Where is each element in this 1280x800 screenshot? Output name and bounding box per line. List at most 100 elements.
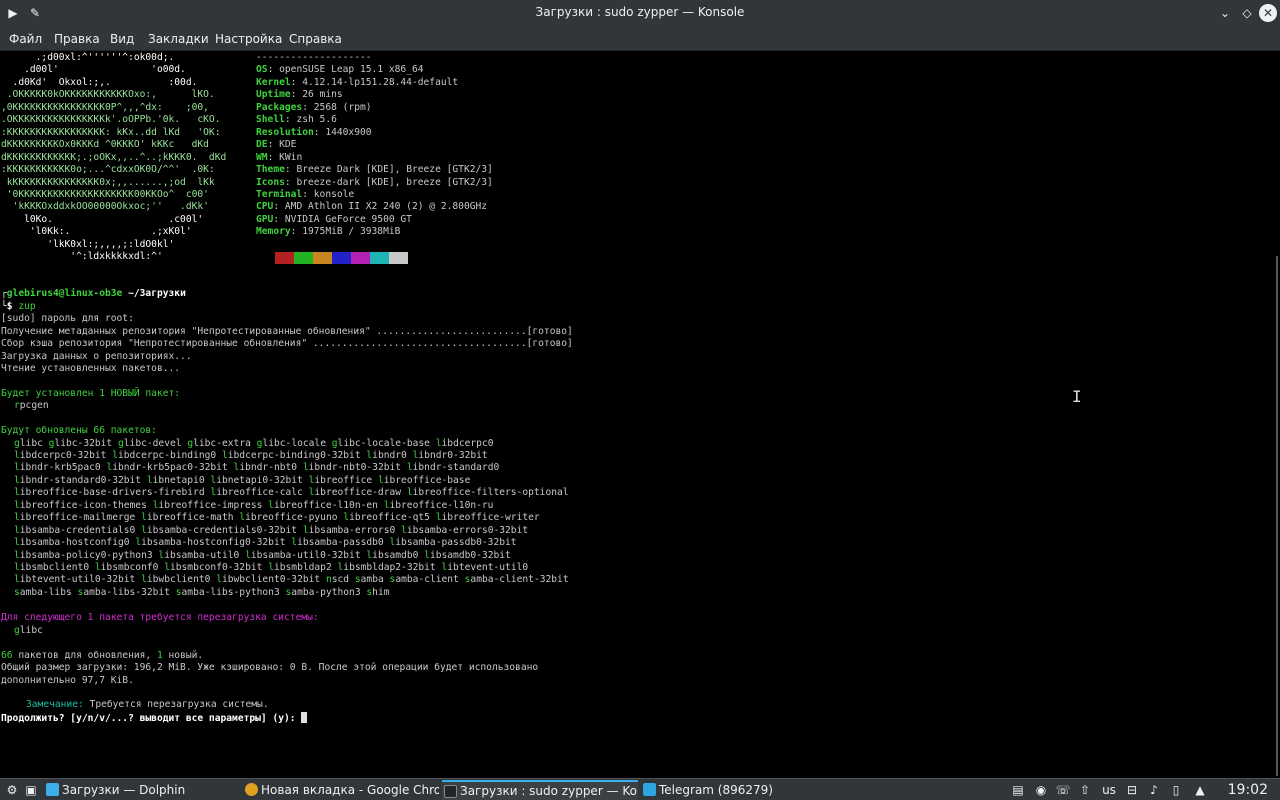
- menu-help[interactable]: Справка: [289, 32, 342, 46]
- viber-icon[interactable]: ☏: [1054, 781, 1072, 799]
- continue-prompt[interactable]: Продолжить? [y/n/v/...? выводит все пара…: [1, 711, 308, 724]
- terminal-scrollbar[interactable]: [1268, 51, 1280, 776]
- task-konsole[interactable]: Загрузки : sudo zypper — Konsole: [442, 780, 638, 800]
- sysinfo-row: Packages: 2568 (rpm): [256, 101, 372, 113]
- update-package-line: libdcerpc0-32bit libdcerpc-binding0 libd…: [14, 449, 488, 461]
- updates-icon[interactable]: ⇧: [1076, 781, 1094, 799]
- meta-line: Получение метаданных репозитория "Непрот…: [1, 325, 573, 337]
- clipboard-icon[interactable]: ▤: [1010, 781, 1026, 799]
- logo-line: 'l0Kk:. .;xK0l': [1, 226, 192, 238]
- keyboard-layout[interactable]: us: [1098, 781, 1120, 799]
- logo-line: .OKKKKKKKKKKKKKKKKk'.oOPPb.'0k. cKO.: [1, 114, 221, 126]
- menu-bookmarks[interactable]: Закладки: [148, 32, 209, 46]
- logo-line: :KKKKKKKKKKK0o;...^cdxxOK0O/^^' .0K:: [1, 164, 215, 176]
- update-package-line: libreoffice-icon-themes libreoffice-impr…: [14, 499, 494, 511]
- menu-edit[interactable]: Правка: [54, 32, 100, 46]
- sysinfo-row: Resolution: 1440x900: [256, 126, 372, 138]
- sysinfo-row: Kernel: 4.12.14-lp151.28.44-default: [256, 76, 459, 88]
- update-package-line: libreoffice-mailmerge libreoffice-math l…: [14, 512, 540, 524]
- logo-line: ,0KKKKKKKKKKKKKKKK0P^,,,^dx: ;00,: [1, 101, 209, 113]
- clock[interactable]: 19:02: [1228, 780, 1268, 800]
- color-swatch: [313, 252, 332, 264]
- dolphin-icon: [46, 783, 59, 796]
- color-swatch: [275, 252, 294, 264]
- update-package-line: libreoffice-base-drivers-firebird libreo…: [14, 487, 569, 499]
- menu-file[interactable]: Файл: [9, 32, 42, 46]
- size-line-2: дополнительно 97,7 KiB.: [1, 674, 134, 686]
- ibeam-cursor-icon: I: [1072, 387, 1082, 406]
- note-line: Замечание: Требуется перезагрузка систем…: [26, 699, 269, 710]
- update-package-line: samba-libs samba-libs-32bit samba-libs-p…: [14, 586, 390, 598]
- menu-settings[interactable]: Настройка: [215, 32, 282, 46]
- close-button[interactable]: ✕: [1259, 4, 1277, 22]
- battery-icon[interactable]: ▯: [1168, 781, 1184, 799]
- volume-icon[interactable]: ♪: [1146, 781, 1162, 799]
- size-line: Общий размер загрузки: 196,2 MiB. Уже кэ…: [1, 662, 539, 673]
- chrome-tray-icon[interactable]: ◉: [1032, 781, 1050, 799]
- cache-line: Сбор кэша репозитория "Непротестированны…: [1, 338, 573, 349]
- logo-line: :KKKKKKKKKKKKKKKKK: kKx..dd lKd 'OK:: [1, 126, 221, 138]
- sysinfo-row: Theme: Breeze Dark [KDE], Breeze [GTK2/3…: [256, 164, 493, 176]
- update-package-line: glibc glibc-32bit glibc-devel glibc-extr…: [14, 437, 494, 449]
- summary-line: 66 пакетов для обновления, 1 новый.: [1, 649, 204, 661]
- logo-line: .d00l' 'o00d.: [1, 64, 186, 76]
- logo-line: '0KKKKKKKKKKKKKKKKKKKK00KKOo^ c00': [1, 188, 209, 200]
- window-title: Загрузки : sudo zypper — Konsole: [535, 5, 745, 19]
- logo-line: 'kKKKOxddxkOO00000Okxoc;'' .dKk': [1, 201, 209, 213]
- new-package-header: Будет установлен 1 НОВЫЙ пакет:: [1, 387, 181, 399]
- color-swatch: [294, 252, 313, 264]
- sysinfo-row: Shell: zsh 5.6: [256, 114, 337, 126]
- sysinfo-row: GPU: NVIDIA GeForce 9500 GT: [256, 213, 412, 225]
- logo-line: l0Ko. .c00l': [1, 213, 204, 225]
- sysinfo-row: --------------------: [256, 52, 372, 63]
- color-swatch: [332, 252, 351, 264]
- reboot-header: Для следующего 1 пакета требуется переза…: [1, 612, 319, 623]
- update-package-line: libsamba-hostconfig0 libsamba-hostconfig…: [14, 537, 517, 549]
- update-package-line: libsamba-credentials0 libsamba-credentia…: [14, 524, 529, 536]
- tray-expand-icon[interactable]: ▲: [1192, 781, 1208, 799]
- sysinfo-row: Terminal: konsole: [256, 188, 355, 200]
- update-package-line: libndr-krb5pac0 libndr-krb5pac0-32bit li…: [14, 462, 500, 474]
- sudo-line: [sudo] пароль для root:: [1, 313, 134, 324]
- prompt-line: ┌glebirus4@linux-ob3e ~/Загрузки: [1, 288, 186, 299]
- color-swatch: [370, 252, 389, 264]
- sysinfo-row: Uptime: 26 mins: [256, 89, 343, 101]
- taskbar: ⚙ ▣ Загрузки — Dolphin Новая вкладка - G…: [0, 778, 1280, 800]
- logo-line: '^:ldxkkkkxdl:^': [1, 251, 163, 263]
- sysinfo-row: Memory: 1975MiB / 3938MiB: [256, 226, 401, 238]
- desktop-pager-icon[interactable]: ▣: [22, 781, 40, 799]
- logo-line: .OKKKKK0kOKKKKKKKKKKKOxo:, lKO.: [1, 89, 215, 101]
- command-line: └$ zup: [1, 300, 36, 312]
- reboot-package: glibc: [14, 624, 43, 636]
- konsole-icon: [444, 785, 457, 798]
- logo-line: kKKKKKKKKKKKKKKK0x;,,......,;od lKk: [1, 176, 215, 188]
- scrollbar-thumb[interactable]: [1276, 256, 1278, 776]
- load-line: Загрузка данных о репозиториях...: [1, 350, 192, 362]
- update-package-line: libsamba-policy0-python3 libsamba-util0 …: [14, 549, 511, 561]
- text-cursor: [301, 711, 308, 723]
- sysinfo-row: Icons: breeze-dark [KDE], breeze [GTK2/3…: [256, 176, 493, 188]
- chrome-icon: [245, 783, 258, 796]
- sysinfo-row: WM: KWin: [256, 151, 303, 163]
- app-launcher-icon[interactable]: ⚙: [4, 781, 20, 799]
- maximize-button[interactable]: ◇: [1238, 4, 1256, 22]
- task-telegram[interactable]: Telegram (896279): [641, 780, 837, 800]
- update-header: Будут обновлены 66 пакетов:: [1, 425, 157, 436]
- logo-line: dKKKKKKKKKOx0KKKd ^0KKKO' kKKc dKd: [1, 139, 209, 151]
- update-package-line: libsmbclient0 libsmbconf0 libsmbconf0-32…: [14, 562, 529, 573]
- title-bar: ▶ ✎ Загрузки : sudo zypper — Konsole ⌄ ◇…: [0, 0, 1280, 26]
- sysinfo-row: OS: openSUSE Leap 15.1 x86_64: [256, 64, 424, 76]
- sysinfo-row: CPU: AMD Athlon II X2 240 (2) @ 2.800GHz: [256, 201, 488, 213]
- new-package: rpcgen: [14, 400, 49, 411]
- sysinfo-row: DE: KDE: [256, 139, 297, 151]
- network-icon[interactable]: ⊟: [1124, 781, 1140, 799]
- logo-line: .d0Kd' Okxol:;,. :00d.: [1, 76, 198, 88]
- update-package-line: libndr-standard0-32bit libnetapi0 libnet…: [14, 474, 471, 486]
- menu-view[interactable]: Вид: [110, 32, 134, 46]
- task-chrome[interactable]: Новая вкладка - Google Chrome: [243, 780, 439, 800]
- color-swatch: [389, 252, 408, 264]
- terminal-output[interactable]: .;d00xl:^''''''^:ok00d;. .d00l' 'o00d. .…: [0, 51, 1268, 776]
- task-dolphin[interactable]: Загрузки — Dolphin: [44, 780, 240, 800]
- minimize-button[interactable]: ⌄: [1216, 4, 1234, 22]
- menu-bar: Файл Правка Вид Закладки Настройка Справ…: [0, 26, 1280, 51]
